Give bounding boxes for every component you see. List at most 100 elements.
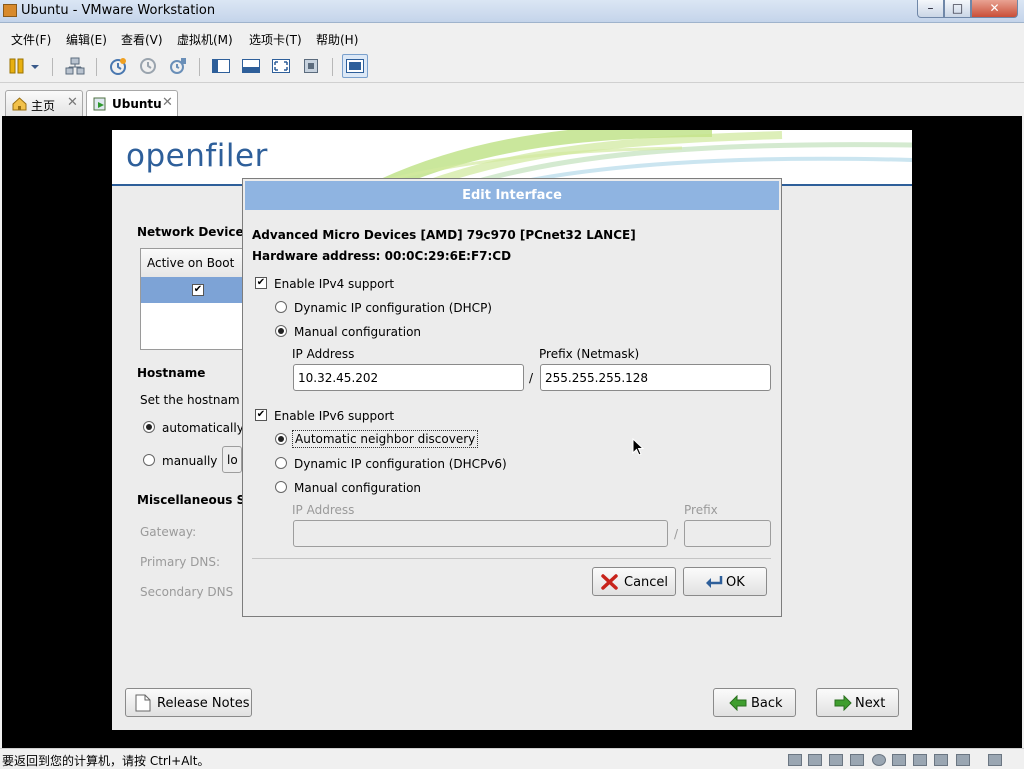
- cd-dvd-icon[interactable]: [872, 754, 886, 766]
- hostname-heading: Hostname: [137, 366, 206, 380]
- ipv4-ip-address-input[interactable]: 10.32.45.202: [293, 364, 524, 391]
- ipv6-dhcp-radio[interactable]: [275, 457, 287, 469]
- sound-icon[interactable]: [934, 754, 948, 766]
- enable-ipv4-label[interactable]: Enable IPv4 support: [274, 277, 394, 291]
- network-devices-table[interactable]: Active on Boot ✔: [140, 248, 252, 350]
- hard-disk-icon[interactable]: [788, 754, 802, 766]
- ipv4-prefix-label: Prefix (Netmask): [539, 347, 640, 361]
- mouse-pointer-icon: [632, 438, 644, 456]
- full-screen-icon[interactable]: [271, 56, 291, 76]
- ok-label: OK: [726, 575, 745, 590]
- release-notes-label: Release Notes: [157, 696, 250, 711]
- ipv4-dhcp-radio[interactable]: [275, 301, 287, 313]
- ok-button[interactable]: OK: [683, 567, 767, 596]
- tab-ubuntu[interactable]: Ubuntu ✕: [86, 90, 178, 116]
- column-active-on-boot[interactable]: Active on Boot: [147, 256, 234, 270]
- show-sidebar-icon[interactable]: [211, 56, 231, 76]
- network-devices-heading: Network Devices: [137, 225, 251, 239]
- enter-arrow-icon: [704, 574, 724, 594]
- enable-ipv6-label[interactable]: Enable IPv6 support: [274, 409, 394, 423]
- enable-ipv4-checkbox[interactable]: ✔: [255, 277, 267, 289]
- unity-icon[interactable]: [301, 56, 321, 76]
- hard-disk-icon[interactable]: [829, 754, 843, 766]
- tab-ubuntu-close-icon[interactable]: ✕: [162, 95, 173, 110]
- revert-snapshot-icon[interactable]: [138, 56, 158, 76]
- dialog-title: Edit Interface: [245, 181, 779, 210]
- tab-bar: 主页 ✕ Ubuntu ✕: [0, 86, 1024, 116]
- ipv4-prefix-input[interactable]: 255.255.255.128: [540, 364, 771, 391]
- secondary-dns-label: Secondary DNS: [140, 585, 234, 599]
- next-label: Next: [855, 696, 886, 711]
- snapshot-icon[interactable]: [108, 56, 128, 76]
- network-icon[interactable]: [65, 56, 85, 76]
- toolbar-separator: [96, 58, 97, 76]
- maximize-button[interactable]: □: [944, 0, 971, 18]
- ipv6-manual-label[interactable]: Manual configuration: [294, 481, 421, 495]
- ipv4-manual-label[interactable]: Manual configuration: [294, 325, 421, 339]
- printer-icon[interactable]: [913, 754, 927, 766]
- dialog-separator: [252, 558, 771, 559]
- pause-icon[interactable]: [8, 56, 28, 76]
- hostname-description: Set the hostnam: [140, 393, 240, 407]
- ipv6-auto-radio[interactable]: [275, 433, 287, 445]
- table-row[interactable]: ✔: [141, 277, 251, 303]
- chevron-down-icon[interactable]: [28, 56, 42, 76]
- window-title: Ubuntu - VMware Workstation: [21, 3, 216, 18]
- menu-tabs[interactable]: 选项卡(T): [249, 31, 302, 48]
- ipv6-dhcp-label[interactable]: Dynamic IP configuration (DHCPv6): [294, 457, 507, 471]
- tab-home[interactable]: 主页 ✕: [5, 90, 83, 116]
- tab-ubuntu-label: Ubuntu: [112, 97, 162, 111]
- back-button[interactable]: Back: [713, 688, 796, 717]
- hostname-input[interactable]: lo: [222, 446, 242, 473]
- vmware-app-icon: [3, 4, 17, 17]
- toolbar-separator: [332, 58, 333, 76]
- ipv4-manual-radio[interactable]: [275, 325, 287, 337]
- ipv4-slash: /: [529, 371, 534, 385]
- gateway-label: Gateway:: [140, 525, 197, 539]
- toolbar-separator: [52, 58, 53, 76]
- cancel-x-icon: [601, 574, 618, 594]
- ipv4-ip-address-label: IP Address: [292, 347, 355, 361]
- menu-file[interactable]: 文件(F): [11, 31, 51, 48]
- ipv6-prefix-label: Prefix: [684, 503, 718, 517]
- menu-edit[interactable]: 编辑(E): [66, 31, 107, 48]
- hard-disk-icon[interactable]: [808, 754, 822, 766]
- menu-bar: 文件(F) 编辑(E) 查看(V) 虚拟机(M) 选项卡(T) 帮助(H): [0, 26, 1024, 50]
- ipv6-auto-label[interactable]: Automatic neighbor discovery: [292, 430, 479, 448]
- ipv6-slash: /: [674, 527, 679, 541]
- edit-interface-dialog: Edit Interface Advanced Micro Devices [A…: [242, 178, 782, 617]
- show-thumbnail-icon[interactable]: [241, 56, 261, 76]
- hostname-auto-label[interactable]: automatically: [162, 421, 244, 435]
- close-window-button[interactable]: ✕: [971, 0, 1018, 18]
- hostname-manual-radio[interactable]: [143, 454, 155, 466]
- tab-home-close-icon[interactable]: ✕: [67, 95, 78, 110]
- cancel-button[interactable]: Cancel: [592, 567, 676, 596]
- toolbar-separator: [199, 58, 200, 76]
- network-adapter-icon[interactable]: [892, 754, 906, 766]
- release-notes-button[interactable]: Release Notes: [125, 688, 252, 717]
- primary-dns-label: Primary DNS:: [140, 555, 221, 569]
- snapshot-manager-icon[interactable]: [168, 56, 188, 76]
- toolbar: [0, 50, 1024, 83]
- message-log-icon[interactable]: [988, 754, 1002, 766]
- hostname-manual-label[interactable]: manually: [162, 454, 217, 468]
- menu-help[interactable]: 帮助(H): [316, 31, 358, 48]
- enable-ipv6-checkbox[interactable]: ✔: [255, 409, 267, 421]
- ipv4-dhcp-label[interactable]: Dynamic IP configuration (DHCP): [294, 301, 492, 315]
- status-bar: 要返回到您的计算机，请按 Ctrl+Alt。: [0, 748, 1024, 769]
- menu-vm[interactable]: 虚拟机(M): [177, 31, 233, 48]
- active-on-boot-checkbox[interactable]: ✔: [192, 284, 204, 296]
- home-icon: [12, 97, 27, 114]
- removable-device-icon[interactable]: [956, 754, 970, 766]
- ipv6-prefix-input[interactable]: [684, 520, 771, 547]
- ipv6-ip-address-label: IP Address: [292, 503, 355, 517]
- next-button[interactable]: Next: [816, 688, 899, 717]
- hard-disk-icon[interactable]: [850, 754, 864, 766]
- ipv6-manual-radio[interactable]: [275, 481, 287, 493]
- menu-view[interactable]: 查看(V): [121, 31, 163, 48]
- minimize-button[interactable]: –: [917, 0, 944, 18]
- status-message: 要返回到您的计算机，请按 Ctrl+Alt。: [2, 754, 210, 768]
- ipv6-ip-address-input[interactable]: [293, 520, 668, 547]
- hostname-auto-radio[interactable]: [143, 421, 155, 433]
- console-view-icon[interactable]: [342, 54, 368, 78]
